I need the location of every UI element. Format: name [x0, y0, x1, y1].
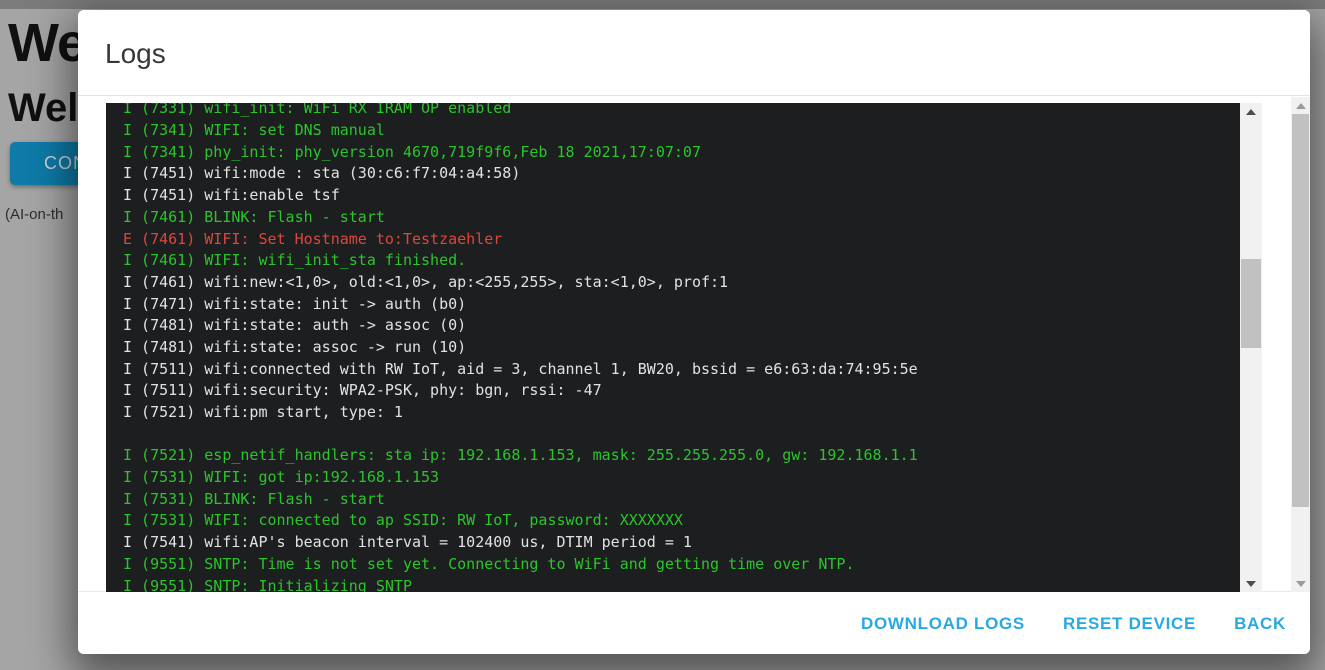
log-line: I (9551) SNTP: Initializing SNTP	[123, 576, 1240, 592]
background-page-content: We Wel CON (AI-on-th	[0, 0, 79, 670]
dialog-header: Logs	[78, 10, 1310, 96]
log-output: I (7331) wifi_init: WiFi RX IRAM OP enab…	[106, 103, 1240, 592]
terminal-scrollbar[interactable]	[1240, 103, 1262, 592]
dialog-title: Logs	[105, 38, 166, 70]
log-line: I (7531) WIFI: connected to ap SSID: RW …	[123, 510, 1240, 532]
page-heading: We	[8, 12, 79, 74]
log-line: I (7471) wifi:state: init -> auth (b0)	[123, 294, 1240, 316]
log-line: I (7481) wifi:state: assoc -> run (10)	[123, 337, 1240, 359]
dialog-scrollbar[interactable]	[1291, 97, 1310, 592]
log-line: I (9551) SNTP: Time is not set yet. Conn…	[123, 554, 1240, 576]
logs-dialog: Logs I (7331) wifi_init: WiFi RX IRAM OP…	[78, 10, 1310, 654]
log-line: I (7341) WIFI: set DNS manual	[123, 120, 1240, 142]
back-button[interactable]: BACK	[1230, 606, 1290, 642]
page-top-bar	[0, 0, 1325, 9]
scroll-up-arrow-icon[interactable]	[1240, 103, 1262, 120]
reset-device-button[interactable]: RESET DEVICE	[1059, 606, 1200, 642]
log-line: E (7461) WIFI: Set Hostname to:Testzaehl…	[123, 229, 1240, 251]
dialog-footer: DOWNLOAD LOGS RESET DEVICE BACK	[78, 593, 1310, 654]
page-subheading: Wel	[8, 86, 78, 131]
background-connect-button: CON	[10, 142, 79, 185]
log-line: I (7531) WIFI: got ip:192.168.1.153	[123, 467, 1240, 489]
log-terminal[interactable]: I (7331) wifi_init: WiFi RX IRAM OP enab…	[106, 103, 1262, 592]
log-line: I (7511) wifi:security: WPA2-PSK, phy: b…	[123, 380, 1240, 402]
screen: We Wel CON (AI-on-th Logs I (7331) wifi_…	[0, 0, 1325, 670]
page-footnote: (AI-on-th	[5, 206, 63, 223]
log-line	[123, 424, 1240, 446]
log-line: I (7331) wifi_init: WiFi RX IRAM OP enab…	[123, 103, 1240, 120]
scroll-down-arrow-icon[interactable]	[1240, 575, 1262, 592]
scroll-up-arrow-icon[interactable]	[1291, 97, 1310, 114]
dialog-body: I (7331) wifi_init: WiFi RX IRAM OP enab…	[78, 97, 1310, 592]
log-line: I (7511) wifi:connected with RW IoT, aid…	[123, 359, 1240, 381]
log-line: I (7461) WIFI: wifi_init_sta finished.	[123, 250, 1240, 272]
terminal-scrollbar-thumb[interactable]	[1241, 259, 1261, 348]
log-line: I (7481) wifi:state: auth -> assoc (0)	[123, 315, 1240, 337]
log-line: I (7451) wifi:mode : sta (30:c6:f7:04:a4…	[123, 163, 1240, 185]
log-line: I (7341) phy_init: phy_version 4670,719f…	[123, 142, 1240, 164]
log-line: I (7461) BLINK: Flash - start	[123, 207, 1240, 229]
log-line: I (7451) wifi:enable tsf	[123, 185, 1240, 207]
log-line: I (7461) wifi:new:<1,0>, old:<1,0>, ap:<…	[123, 272, 1240, 294]
log-line: I (7521) wifi:pm start, type: 1	[123, 402, 1240, 424]
dialog-scrollbar-thumb[interactable]	[1292, 114, 1309, 507]
download-logs-button[interactable]: DOWNLOAD LOGS	[857, 606, 1029, 642]
log-line: I (7531) BLINK: Flash - start	[123, 489, 1240, 511]
log-line: I (7521) esp_netif_handlers: sta ip: 192…	[123, 445, 1240, 467]
log-line: I (7541) wifi:AP's beacon interval = 102…	[123, 532, 1240, 554]
scroll-down-arrow-icon[interactable]	[1291, 575, 1310, 592]
